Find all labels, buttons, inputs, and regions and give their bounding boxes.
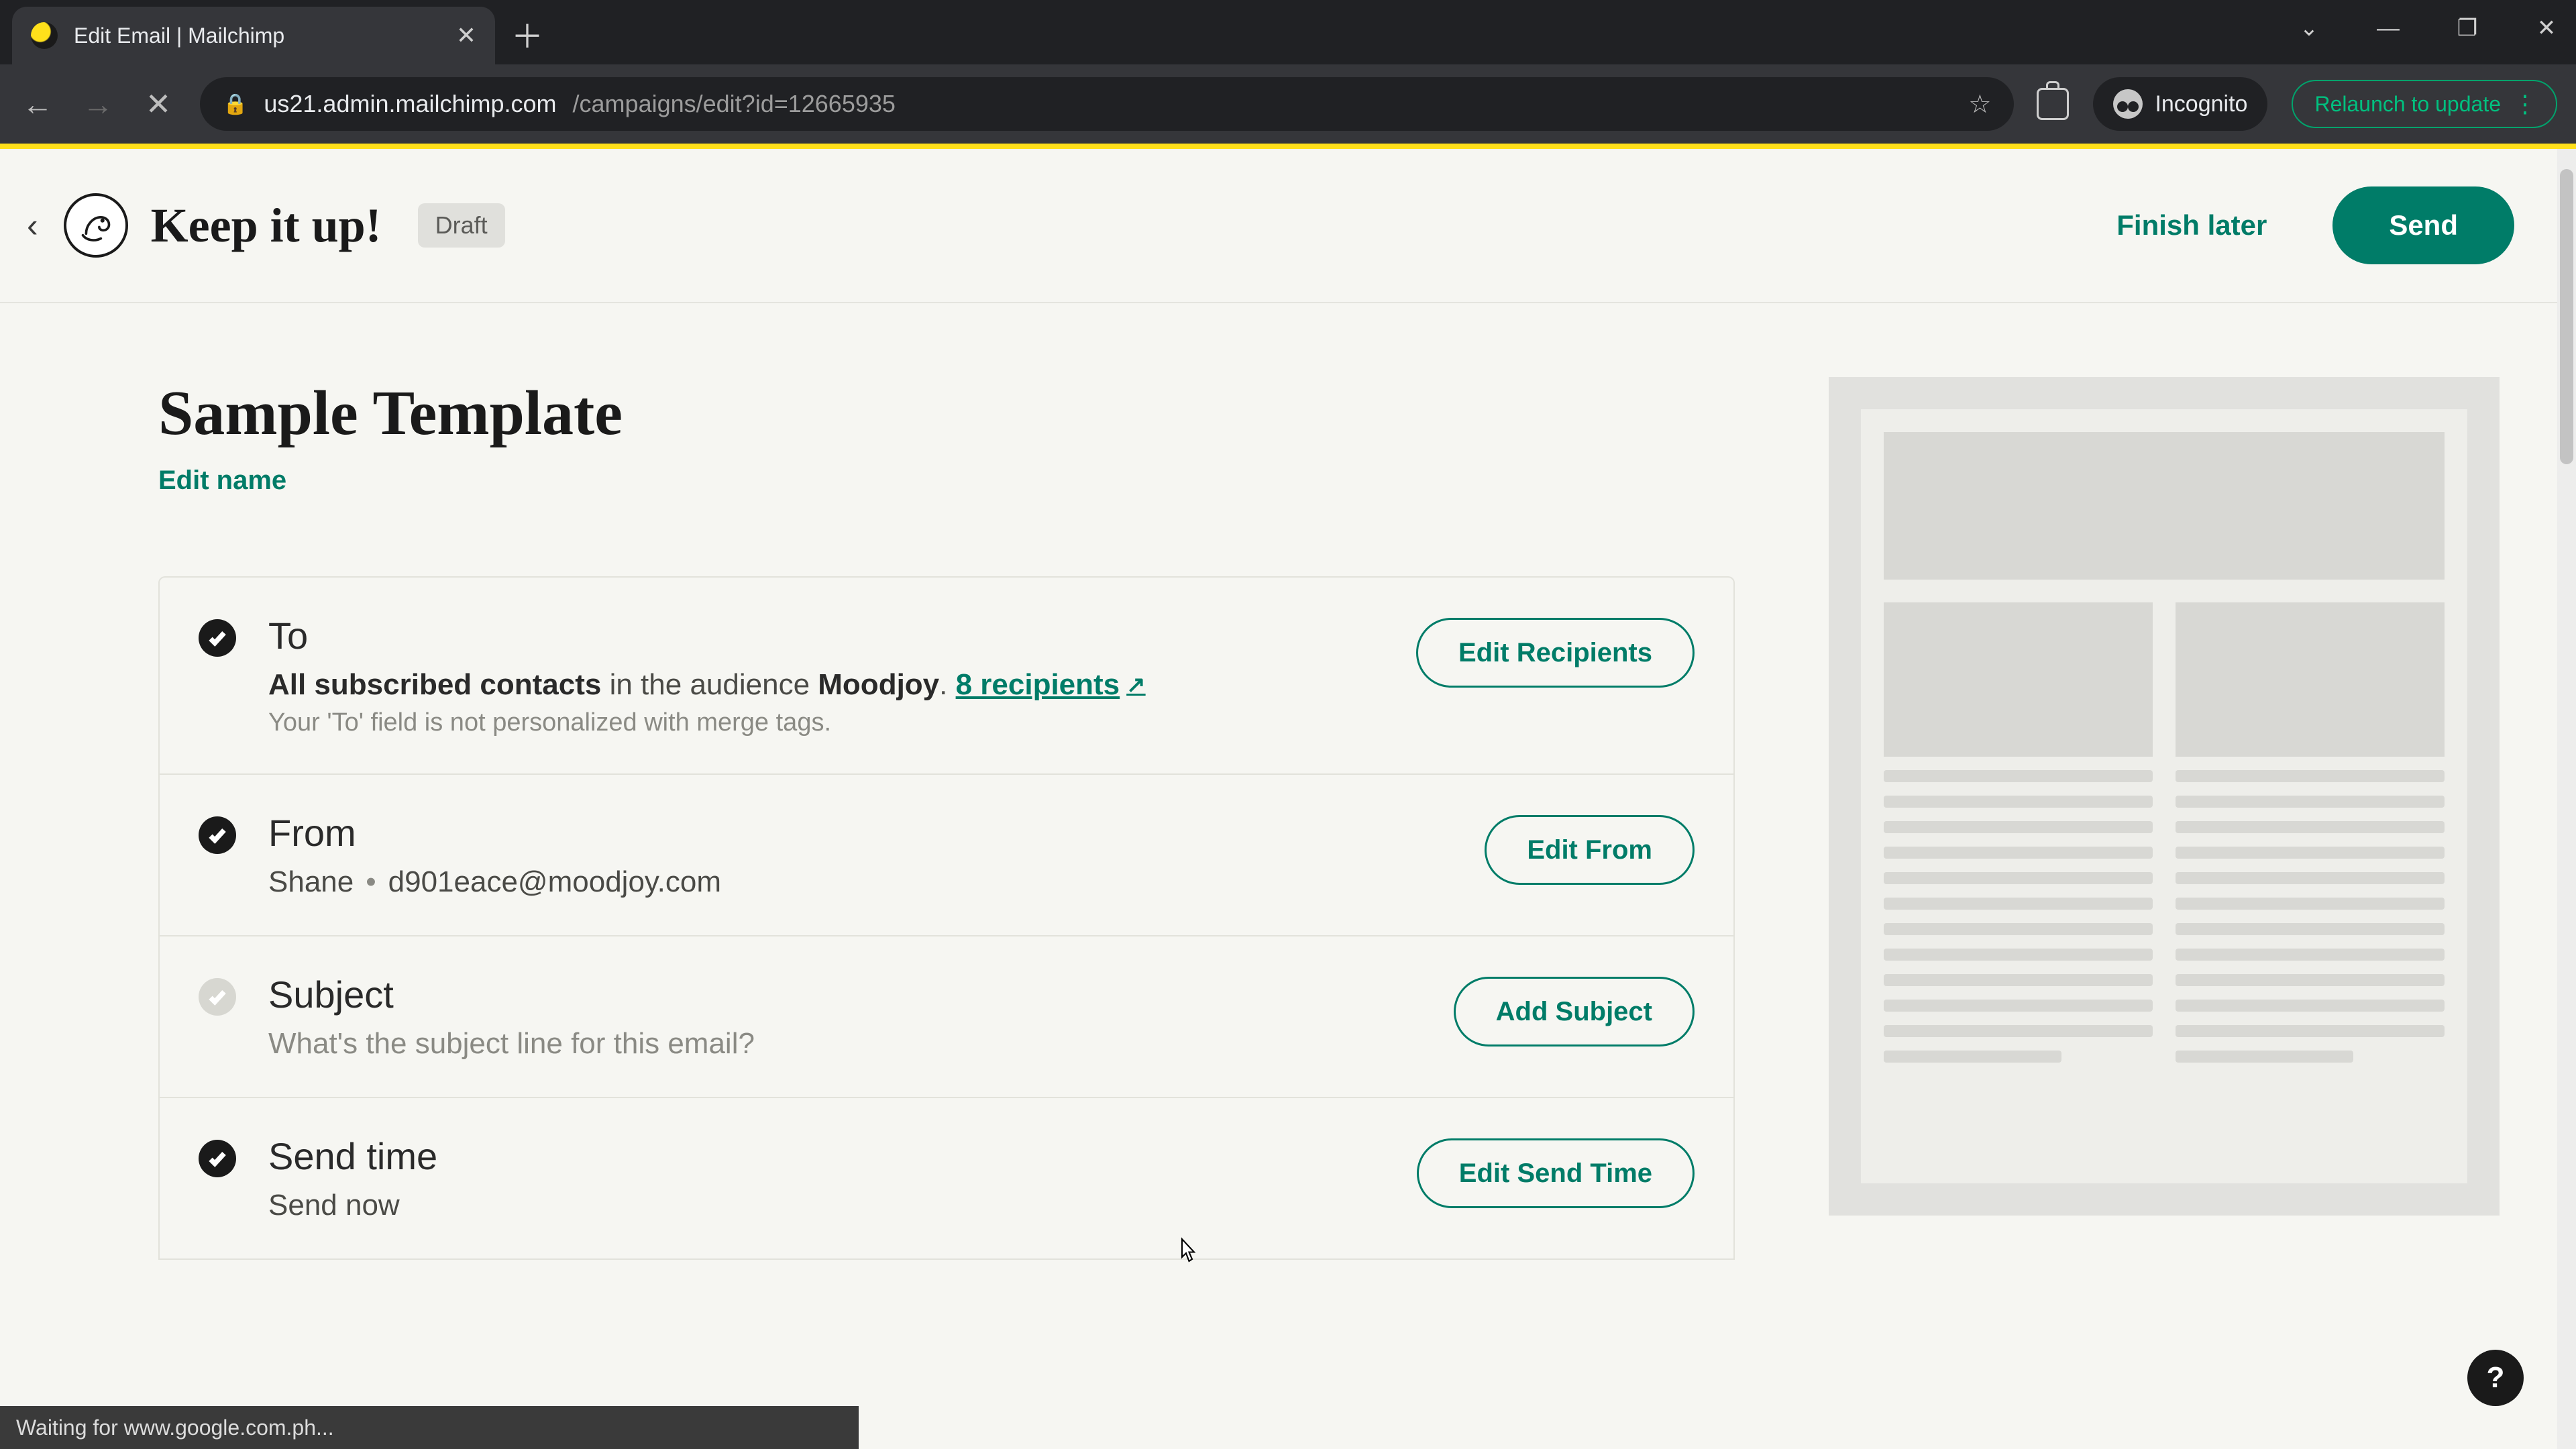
relaunch-label: Relaunch to update — [2314, 92, 2501, 117]
extensions-icon[interactable] — [2037, 88, 2069, 120]
preview-img-block — [1884, 602, 2153, 757]
lock-icon: 🔒 — [223, 93, 248, 116]
preview-img-block — [2176, 602, 2445, 757]
page-viewport: ‹ Keep it up! Draft Finish later Send Sa… — [0, 144, 2576, 1449]
mailchimp-logo[interactable] — [64, 193, 128, 258]
browser-address-bar: ← → ✕ 🔒 us21.admin.mailchimp.com/campaig… — [0, 64, 2576, 144]
check-icon — [199, 1140, 236, 1177]
bookmark-star-icon[interactable]: ☆ — [1968, 89, 1991, 119]
incognito-icon — [2113, 89, 2143, 119]
close-window-icon[interactable]: ✕ — [2530, 12, 2563, 44]
window-controls: ⌄ — ❐ ✕ — [2293, 12, 2563, 44]
finish-later-link[interactable]: Finish later — [2116, 209, 2267, 241]
to-audience: Moodjoy — [818, 668, 939, 701]
section-subject-title: Subject — [268, 973, 1421, 1016]
browser-tab[interactable]: Edit Email | Mailchimp ✕ — [12, 7, 495, 64]
tab-search-icon[interactable]: ⌄ — [2293, 12, 2325, 44]
section-from-title: From — [268, 811, 1452, 855]
edit-send-time-button[interactable]: Edit Send Time — [1417, 1138, 1695, 1208]
nav-forward-icon: → — [79, 86, 117, 122]
section-from-value: Shane • d901eace@moodjoy.com — [268, 865, 1452, 899]
preview-hero-block — [1884, 432, 2445, 580]
new-tab-button[interactable]: ＋ — [508, 15, 546, 52]
recipients-link-text: 8 recipients — [956, 668, 1120, 702]
checklist-card: To All subscribed contacts in the audien… — [158, 576, 1735, 1260]
status-badge: Draft — [418, 203, 505, 248]
send-time-value: Send now — [268, 1189, 400, 1222]
url-path: /campaigns/edit?id=12665935 — [573, 90, 896, 118]
mailchimp-favicon — [31, 22, 58, 49]
recipients-link[interactable]: 8 recipients ↗ — [956, 668, 1146, 702]
check-icon-pending — [199, 978, 236, 1016]
nav-stop-icon[interactable]: ✕ — [140, 86, 177, 122]
section-subject-placeholder: What's the subject line for this email? — [268, 1027, 1421, 1061]
incognito-label: Incognito — [2155, 91, 2247, 117]
browser-tab-strip: Edit Email | Mailchimp ✕ ＋ ⌄ — ❐ ✕ — [0, 0, 2576, 64]
close-tab-icon[interactable]: ✕ — [456, 21, 476, 50]
section-to-title: To — [268, 614, 1384, 657]
send-button[interactable]: Send — [2332, 186, 2514, 264]
browser-status-bar: Waiting for www.google.com.ph... — [0, 1406, 859, 1449]
to-period: . — [939, 668, 955, 701]
maximize-icon[interactable]: ❐ — [2451, 12, 2483, 44]
nav-back-icon[interactable]: ← — [19, 86, 56, 122]
section-from: From Shane • d901eace@moodjoy.com Edit F… — [158, 773, 1735, 935]
edit-name-link[interactable]: Edit name — [158, 466, 286, 496]
separator-dot: • — [366, 865, 376, 899]
tab-title: Edit Email | Mailchimp — [74, 23, 284, 48]
email-preview-skeleton[interactable] — [1829, 377, 2500, 1216]
to-strong: All subscribed contacts — [268, 668, 601, 701]
to-mid: in the audience — [601, 668, 818, 701]
add-subject-button[interactable]: Add Subject — [1454, 977, 1695, 1046]
section-to-note: Your 'To' field is not personalized with… — [268, 708, 1384, 737]
url-omnibox[interactable]: 🔒 us21.admin.mailchimp.com/campaigns/edi… — [200, 77, 2014, 131]
incognito-indicator[interactable]: Incognito — [2093, 77, 2267, 131]
section-to: To All subscribed contacts in the audien… — [158, 576, 1735, 773]
editor-header: ‹ Keep it up! Draft Finish later Send — [0, 149, 2557, 303]
relaunch-button[interactable]: Relaunch to update ⋮ — [2292, 80, 2557, 128]
back-icon[interactable]: ‹ — [20, 206, 45, 245]
template-name: Sample Template — [158, 377, 1735, 449]
from-name: Shane — [268, 865, 354, 899]
scrollbar[interactable] — [2557, 149, 2576, 1449]
section-send-time-value: Send now — [268, 1189, 1385, 1222]
campaign-title[interactable]: Keep it up! — [147, 198, 382, 254]
external-link-icon: ↗ — [1126, 672, 1146, 698]
check-icon — [199, 816, 236, 854]
edit-from-button[interactable]: Edit From — [1485, 815, 1695, 885]
from-email: d901eace@moodjoy.com — [388, 865, 721, 899]
section-send-time: Send time Send now Edit Send Time — [158, 1097, 1735, 1260]
url-host: us21.admin.mailchimp.com — [264, 90, 556, 118]
minimize-icon[interactable]: — — [2372, 12, 2404, 44]
help-button[interactable]: ? — [2467, 1350, 2524, 1406]
section-subject: Subject What's the subject line for this… — [158, 935, 1735, 1097]
section-to-line: All subscribed contacts in the audience … — [268, 668, 1384, 702]
edit-recipients-button[interactable]: Edit Recipients — [1416, 618, 1695, 688]
check-icon — [199, 619, 236, 657]
section-send-time-title: Send time — [268, 1134, 1385, 1178]
scrollbar-thumb[interactable] — [2560, 169, 2573, 464]
